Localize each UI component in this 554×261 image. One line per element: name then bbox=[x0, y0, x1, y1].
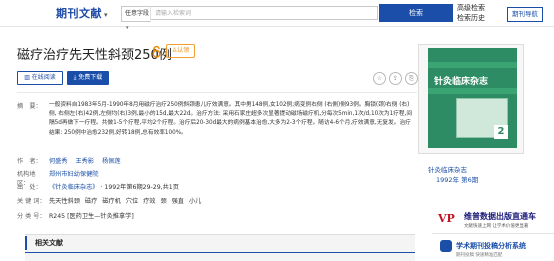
related-heading: 相关文献 bbox=[25, 236, 71, 250]
author-link[interactable]: 何盛秀 bbox=[49, 158, 68, 165]
keyword-link[interactable]: 小儿 bbox=[189, 198, 201, 205]
logo-dropdown-icon[interactable]: ▾ bbox=[104, 11, 108, 19]
journal-name-link[interactable]: 针灸临床杂志 bbox=[428, 164, 508, 174]
related-section bbox=[25, 234, 415, 261]
keyword-link[interactable]: 疗效 bbox=[143, 198, 155, 205]
journal-issue-link[interactable]: 1992年 第6期 bbox=[436, 174, 478, 184]
advanced-search-link[interactable]: 高级检索 bbox=[457, 3, 485, 13]
author-link[interactable]: 杨佩莲 bbox=[102, 158, 121, 165]
ad-subtitle: 文献快速上网 让学术价值更显著 bbox=[464, 224, 529, 229]
open-access-icon bbox=[152, 45, 161, 58]
book-icon: ▥ bbox=[24, 74, 32, 81]
author-link[interactable]: 王秀影 bbox=[76, 158, 95, 165]
journal-cover-image[interactable]: 针灸临床杂志 2 bbox=[428, 48, 517, 148]
class-label: 分 类 号： bbox=[17, 213, 46, 220]
keyword-link[interactable]: 穴位 bbox=[126, 198, 138, 205]
source-value: 《针灸临床杂志》 · 1992年第6期29-29,共1页 bbox=[49, 182, 179, 191]
vip-logo-icon: VP bbox=[438, 212, 455, 225]
source-label: 出 处： bbox=[17, 184, 42, 191]
chevron-down-icon: ▾ bbox=[126, 25, 129, 31]
divider bbox=[17, 92, 417, 93]
ad-title: 学术期刊投稿分析系统 bbox=[456, 242, 526, 250]
keyword-link[interactable]: 磁疗 bbox=[85, 198, 97, 205]
keyword-link[interactable]: 颈 bbox=[160, 198, 166, 205]
keyword-link[interactable]: 先天性斜颈 bbox=[49, 198, 80, 205]
article-title: 磁疗治疗先天性斜颈250例 bbox=[17, 48, 172, 63]
abstract-text: 一般资料自1983年5月-1990年8月用磁疗治疗250例斜颈患儿疗效满意。其中… bbox=[49, 102, 413, 136]
authors-label: 作 者： bbox=[17, 158, 42, 165]
share-icon[interactable]: ⇪ bbox=[389, 72, 402, 85]
keywords-label: 关 键 词： bbox=[17, 198, 46, 205]
ad-title: 维普数据出版直通车 bbox=[464, 212, 536, 221]
keywords-list: 先天性斜颈 磁疗 磁疗机 穴位 疗效 颈 强直 小儿 bbox=[49, 196, 204, 205]
cover-number: 2 bbox=[494, 125, 508, 139]
related-divider bbox=[25, 252, 415, 253]
site-logo[interactable]: 期刊文献 ▾ bbox=[56, 5, 108, 21]
cover-band bbox=[428, 88, 517, 94]
source-journal-link[interactable]: 《针灸临床杂志》 bbox=[49, 184, 99, 191]
search-history-link[interactable]: 检索历史 bbox=[457, 13, 485, 23]
journal-nav-button[interactable]: 期刊导航 bbox=[507, 7, 543, 22]
cover-band bbox=[428, 62, 517, 68]
free-download-button[interactable]: ⤓ 免费下载 bbox=[67, 71, 109, 85]
authors-list: 何盛秀 王秀影 杨佩莲 bbox=[49, 156, 127, 165]
claim-badge[interactable]: ♙认领 bbox=[166, 44, 195, 58]
cover-title: 针灸临床杂志 bbox=[434, 77, 489, 87]
export-icon[interactable]: ⎘ bbox=[405, 72, 418, 85]
read-online-button[interactable]: ▥ 在线阅读 bbox=[17, 71, 63, 85]
search-button[interactable]: 检索 bbox=[379, 4, 453, 22]
keyword-link[interactable]: 磁疗机 bbox=[102, 198, 121, 205]
search-field-select[interactable]: 任意字段▾ bbox=[121, 6, 151, 31]
search-input[interactable]: 请输入检索词 bbox=[150, 6, 378, 20]
keyword-link[interactable]: 强直 bbox=[172, 198, 184, 205]
class-code: R245 [医药卫生—针灸推拿学] bbox=[49, 213, 134, 220]
analysis-icon bbox=[440, 240, 452, 252]
org-link[interactable]: 郑州市妇幼保健院 bbox=[49, 169, 99, 178]
ad-subtitle: 期刊投稿 快速精准匹配 bbox=[456, 253, 503, 258]
favorite-icon[interactable]: ☆ bbox=[373, 72, 386, 85]
abstract-label: 摘 要： bbox=[17, 103, 42, 110]
source-issue-text: 1992年第6期29-29,共1页 bbox=[104, 184, 179, 191]
